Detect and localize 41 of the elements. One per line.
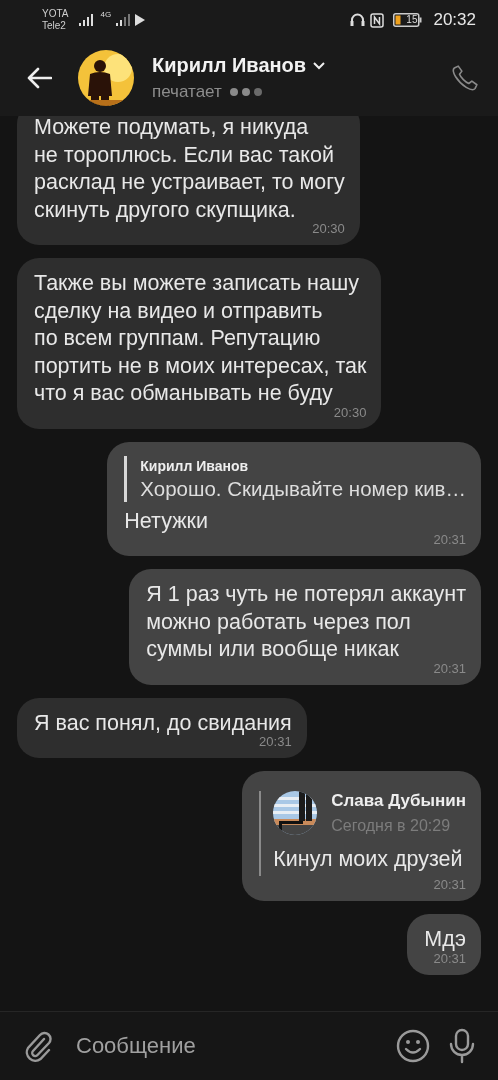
message-text: Я вас понял, до свидания (34, 709, 292, 737)
phone-icon[interactable] (450, 63, 480, 93)
back-arrow-icon[interactable] (26, 67, 52, 89)
message-time: 20:31 (259, 734, 292, 750)
emoji-icon[interactable] (396, 1029, 430, 1063)
network-type: 4G (100, 10, 112, 19)
message-time: 20:31 (433, 877, 466, 893)
battery-level: 15 (406, 15, 419, 25)
forwarded-message[interactable]: Слава Дубынин Сегодня в 20:29 Кинул моих друзей (259, 791, 466, 876)
quote-author: Кирилл Иванов (140, 456, 250, 476)
carrier-name: YOTA (42, 8, 69, 20)
message-time: 20:31 (433, 660, 466, 677)
contact-name[interactable]: Кирилл Иванов (152, 54, 307, 77)
message-text: Можете подумать, я никуда не тороплюсь. Если вас такой расклад не устраивает, то могу скинуть другого скупщика. (34, 116, 345, 224)
headphones-icon (350, 13, 366, 27)
forward-date: Сегодня в 20:29 (331, 817, 452, 835)
message-input[interactable]: Сообщение (72, 1027, 378, 1065)
message-time: 20:30 (312, 221, 345, 237)
message-text: Я 1 раз чуть не потерял аккаунт можно работать через пол суммы или вообще никак (146, 581, 466, 663)
message-text: Также вы можете записать нашу сделку на видео и отправить по всем группам. Репутацию портить не в моих интересах, так что я вас обманывать не буду (34, 270, 367, 407)
message-time: 20:30 (333, 404, 367, 421)
typing-status: печатает (152, 82, 222, 102)
message-text: Мдэ (424, 926, 466, 953)
signal-icon (116, 14, 131, 26)
forwarded-text: Кинул моих друзей (273, 847, 464, 872)
nfc-icon (370, 12, 385, 28)
typing-dots-icon (229, 88, 262, 96)
paperclip-icon[interactable] (24, 1030, 54, 1062)
reply-quote[interactable]: Кирилл Иванов Хорошо. Скидывайте номер кив… (124, 455, 466, 502)
chevron-down-icon[interactable] (313, 61, 326, 70)
forward-author: Слава Дубынин (331, 791, 466, 811)
battery-icon (393, 13, 423, 27)
message-text: Нетужки (124, 507, 209, 535)
signal-icon (79, 14, 96, 26)
clock: 20:32 (433, 10, 476, 30)
message-time: 20:31 (433, 950, 466, 967)
microphone-icon[interactable] (448, 1028, 476, 1064)
message-time: 20:31 (433, 532, 466, 548)
play-icon (135, 14, 146, 26)
quote-text: Хорошо. Скидывайте номер кив… (140, 475, 466, 502)
carrier-name: Tele2 (42, 20, 67, 32)
